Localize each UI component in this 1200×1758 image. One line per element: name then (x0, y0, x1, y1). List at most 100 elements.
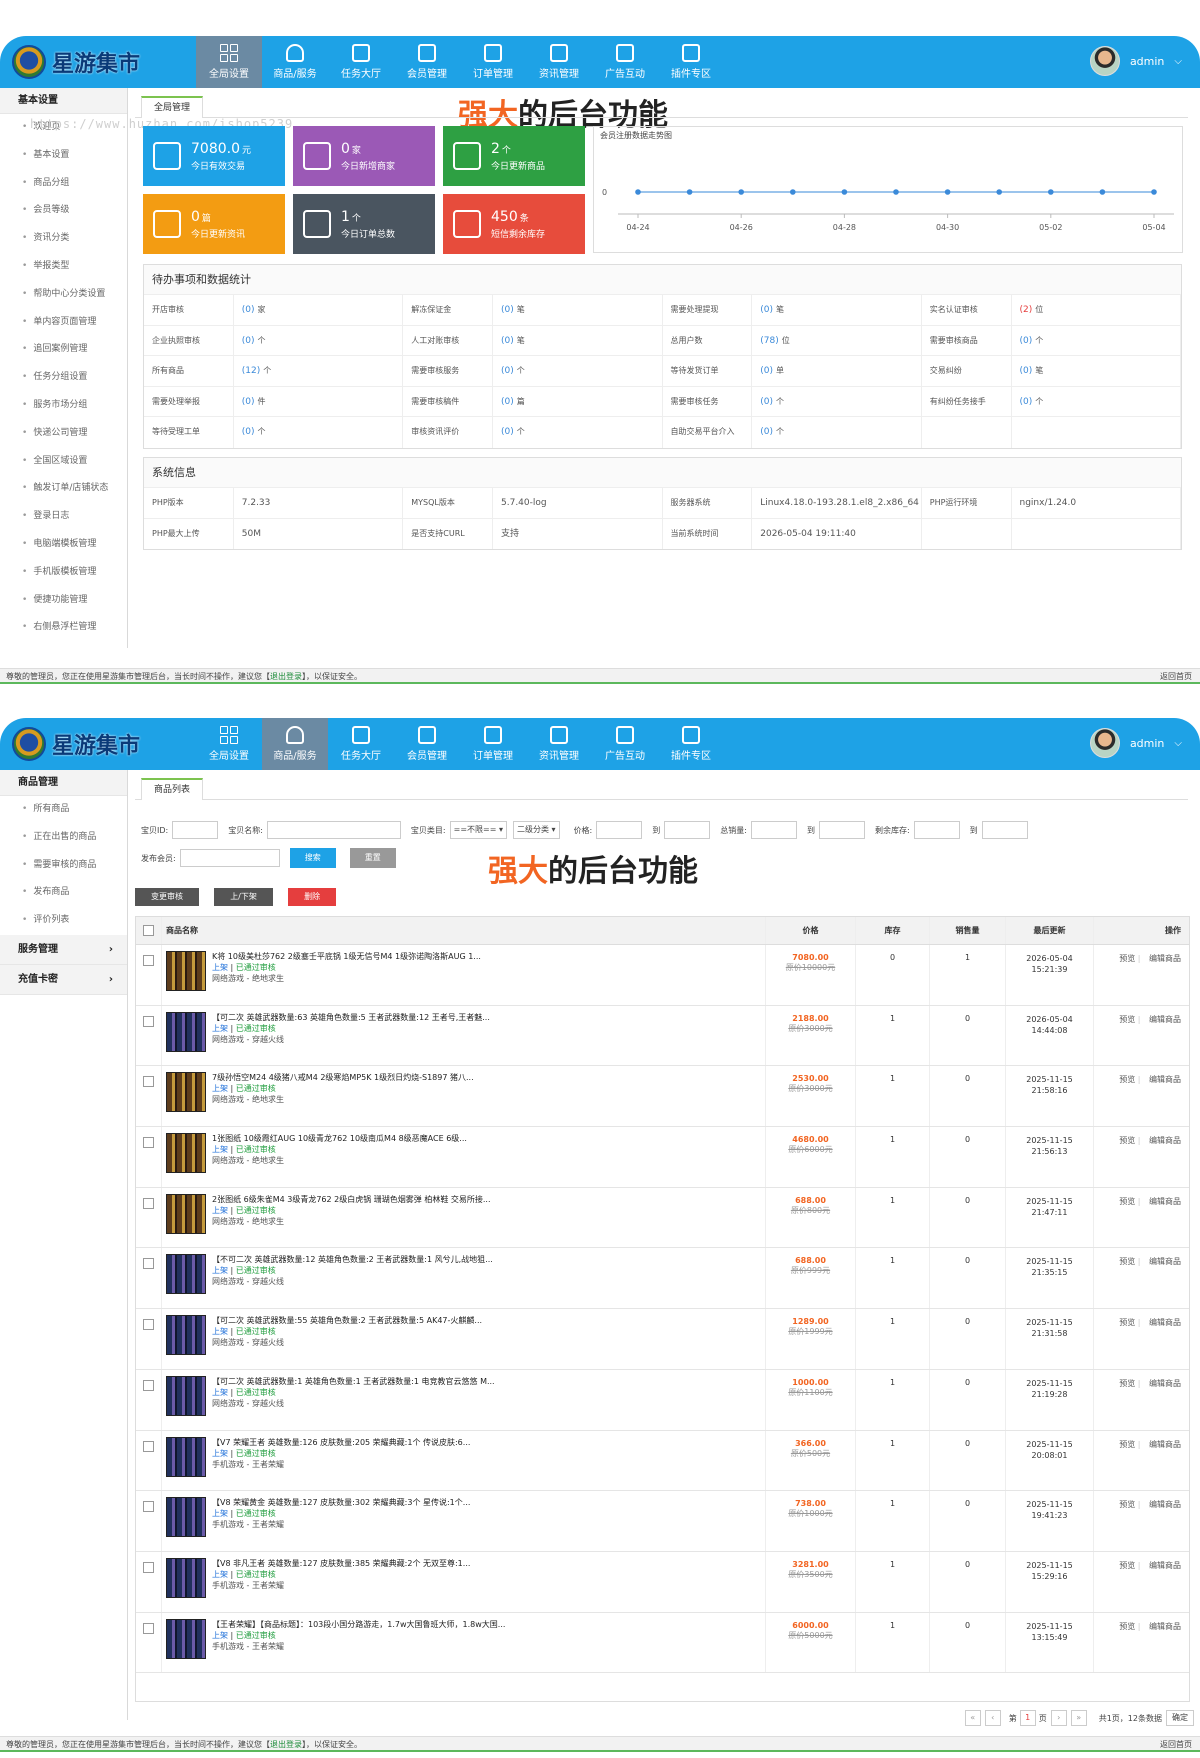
product-name[interactable]: 【可二次 英雄武器数量:1 英雄角色数量:1 王者武器数量:1 电竞教官云悠悠 … (212, 1376, 495, 1387)
stat-value[interactable]: (78) 位 (752, 325, 922, 355)
brand-logo[interactable]: 星游集市 (12, 44, 140, 80)
sales-min-input[interactable] (750, 821, 797, 839)
sidebar-item[interactable]: 右侧悬浮栏管理 (0, 614, 127, 642)
edit-product-link[interactable]: 编辑商品 (1149, 1015, 1181, 1024)
back-home-link[interactable]: 返回首页 (1160, 1737, 1192, 1752)
nav-item-5[interactable]: 资讯管理 (526, 36, 592, 88)
sidebar-header[interactable]: 基本设置 (0, 88, 127, 114)
sales-max-input[interactable] (818, 821, 865, 839)
sidebar-item[interactable]: 所有商品 (0, 796, 127, 824)
product-name[interactable]: 【可二次 英雄武器数量:55 英雄角色数量:2 王者武器数量:5 AK47-火麒… (212, 1315, 482, 1326)
stat-value[interactable]: (2) 位 (1012, 295, 1181, 325)
stat-value[interactable]: (0) 个 (234, 417, 404, 448)
preview-link[interactable]: 预览 (1119, 1500, 1135, 1509)
data-point[interactable] (686, 189, 693, 195)
product-name[interactable]: 【V7 荣耀王者 英雄数量:126 皮肤数量:205 荣耀典藏:1个 传说皮肤:… (212, 1437, 470, 1448)
product-name[interactable]: 2张图纸 6级朱雀M4 3级青龙762 2级白虎锅 珊瑚色烟雾弹 柏林鞋 交易所… (212, 1194, 491, 1205)
edit-product-link[interactable]: 编辑商品 (1149, 1440, 1181, 1449)
data-point[interactable] (1151, 189, 1157, 195)
current-page[interactable]: 1 (1019, 1710, 1036, 1726)
row-checkbox[interactable] (143, 1258, 154, 1270)
stat-value[interactable] (1012, 417, 1181, 448)
preview-link[interactable]: 预览 (1119, 1318, 1135, 1327)
product-name[interactable]: 1张图纸 10级霞红AUG 10级青龙762 10级南瓜M4 8级恶魔ACE 6… (212, 1133, 467, 1144)
preview-link[interactable]: 预览 (1119, 1136, 1135, 1145)
product-name[interactable]: 【王者荣耀】【商品标题】：103段小国分路游走，1.7w大国鲁班大师，1.8w大… (212, 1619, 505, 1630)
edit-product-link[interactable]: 编辑商品 (1149, 1197, 1181, 1206)
status-onshelf[interactable]: 上架 (212, 1206, 228, 1215)
sidebar-item[interactable]: 资讯分类 (0, 225, 127, 253)
preview-link[interactable]: 预览 (1119, 1440, 1135, 1449)
status-onshelf[interactable]: 上架 (212, 1388, 228, 1397)
stat-value[interactable]: (0) 个 (752, 417, 922, 448)
sidebar-item[interactable]: 单内容页面管理 (0, 309, 127, 337)
stat-value[interactable]: (0) 笔 (1012, 356, 1181, 386)
nav-item-0[interactable]: 全局设置 (196, 718, 262, 770)
nav-item-2[interactable]: 任务大厅 (328, 36, 394, 88)
stat-tile[interactable]: 1 个今日订单总数 (293, 194, 435, 254)
nav-item-2[interactable]: 任务大厅 (328, 718, 394, 770)
product-thumbnail[interactable] (166, 1557, 206, 1598)
sidebar-item[interactable]: 登录日志 (0, 503, 127, 531)
edit-product-link[interactable]: 编辑商品 (1149, 1561, 1181, 1570)
product-thumbnail[interactable] (166, 1254, 206, 1295)
sidebar-item[interactable]: 服务市场分组 (0, 392, 127, 420)
user-menu[interactable]: admin ⌵ (1089, 46, 1182, 76)
product-thumbnail[interactable] (166, 1436, 206, 1477)
edit-product-link[interactable]: 编辑商品 (1149, 1136, 1181, 1145)
preview-link[interactable]: 预览 (1119, 1015, 1135, 1024)
product-name[interactable]: 【可二次 英雄武器数量:63 英雄角色数量:5 王者武器数量:12 王者号,王者… (212, 1012, 490, 1023)
stat-tile[interactable]: 0 家今日新增商家 (293, 126, 435, 186)
product-thumbnail[interactable] (166, 1618, 206, 1659)
row-checkbox[interactable] (143, 1379, 154, 1391)
status-onshelf[interactable]: 上架 (212, 1266, 228, 1275)
preview-link[interactable]: 预览 (1119, 1257, 1135, 1266)
stat-value[interactable]: (0) 家 (234, 295, 404, 325)
nav-item-4[interactable]: 订单管理 (460, 36, 526, 88)
status-onshelf[interactable]: 上架 (212, 1084, 228, 1093)
stat-value[interactable]: (0) 个 (1012, 386, 1181, 416)
nav-item-3[interactable]: 会员管理 (394, 36, 460, 88)
sidebar-item[interactable]: 触发订单/店铺状态 (0, 475, 127, 503)
nav-item-7[interactable]: 插件专区 (658, 718, 724, 770)
sidebar-group[interactable]: 服务管理 › (0, 934, 127, 965)
row-checkbox[interactable] (143, 1076, 154, 1088)
logout-link[interactable]: 退出登录 (270, 1740, 302, 1749)
row-checkbox[interactable] (143, 1561, 154, 1573)
status-onshelf[interactable]: 上架 (212, 963, 228, 972)
data-point[interactable] (738, 189, 744, 195)
prev-page-icon[interactable]: ‹ (984, 1710, 1001, 1726)
nav-item-3[interactable]: 会员管理 (394, 718, 460, 770)
edit-product-link[interactable]: 编辑商品 (1149, 954, 1181, 963)
data-point[interactable] (635, 189, 641, 195)
product-thumbnail[interactable] (166, 951, 206, 991)
stat-value[interactable]: (0) 个 (1012, 325, 1181, 355)
sidebar-group[interactable]: 充值卡密 › (0, 964, 127, 995)
product-thumbnail[interactable] (166, 1072, 206, 1113)
nav-item-0[interactable]: 全局设置 (196, 36, 262, 88)
stock-min-input[interactable] (913, 821, 960, 839)
product-name[interactable]: 【V8 非凡王者 英雄数量:127 皮肤数量:385 荣耀典藏:2个 无双至尊:… (212, 1558, 470, 1569)
back-home-link[interactable]: 返回首页 (1160, 669, 1192, 684)
sidebar-header[interactable]: 商品管理 (0, 770, 127, 796)
preview-link[interactable]: 预览 (1119, 1197, 1135, 1206)
tab-goods-list[interactable]: 商品列表 (141, 778, 204, 800)
row-checkbox[interactable] (143, 1319, 154, 1331)
item-name-input[interactable] (266, 821, 401, 839)
price-max-input[interactable] (664, 821, 711, 839)
product-thumbnail[interactable] (166, 1011, 206, 1052)
sidebar-item[interactable]: 商品分组 (0, 170, 127, 198)
product-name[interactable]: 【不可二次 英雄武器数量:12 英雄角色数量:2 王者武器数量:1 风兮儿,战地… (212, 1254, 493, 1265)
product-thumbnail[interactable] (166, 1375, 206, 1416)
product-thumbnail[interactable] (166, 1193, 206, 1234)
stat-value[interactable]: (0) 个 (752, 386, 922, 416)
last-page-icon[interactable]: » (1070, 1710, 1087, 1726)
row-checkbox[interactable] (143, 1015, 154, 1027)
status-onshelf[interactable]: 上架 (212, 1509, 228, 1518)
logout-link[interactable]: 退出登录 (270, 672, 302, 681)
tab-global-manage[interactable]: 全局管理 (141, 96, 204, 118)
price-min-input[interactable] (596, 821, 643, 839)
nav-item-6[interactable]: 广告互动 (592, 36, 658, 88)
sidebar-item[interactable]: 需要审核的商品 (0, 852, 127, 880)
status-onshelf[interactable]: 上架 (212, 1449, 228, 1458)
